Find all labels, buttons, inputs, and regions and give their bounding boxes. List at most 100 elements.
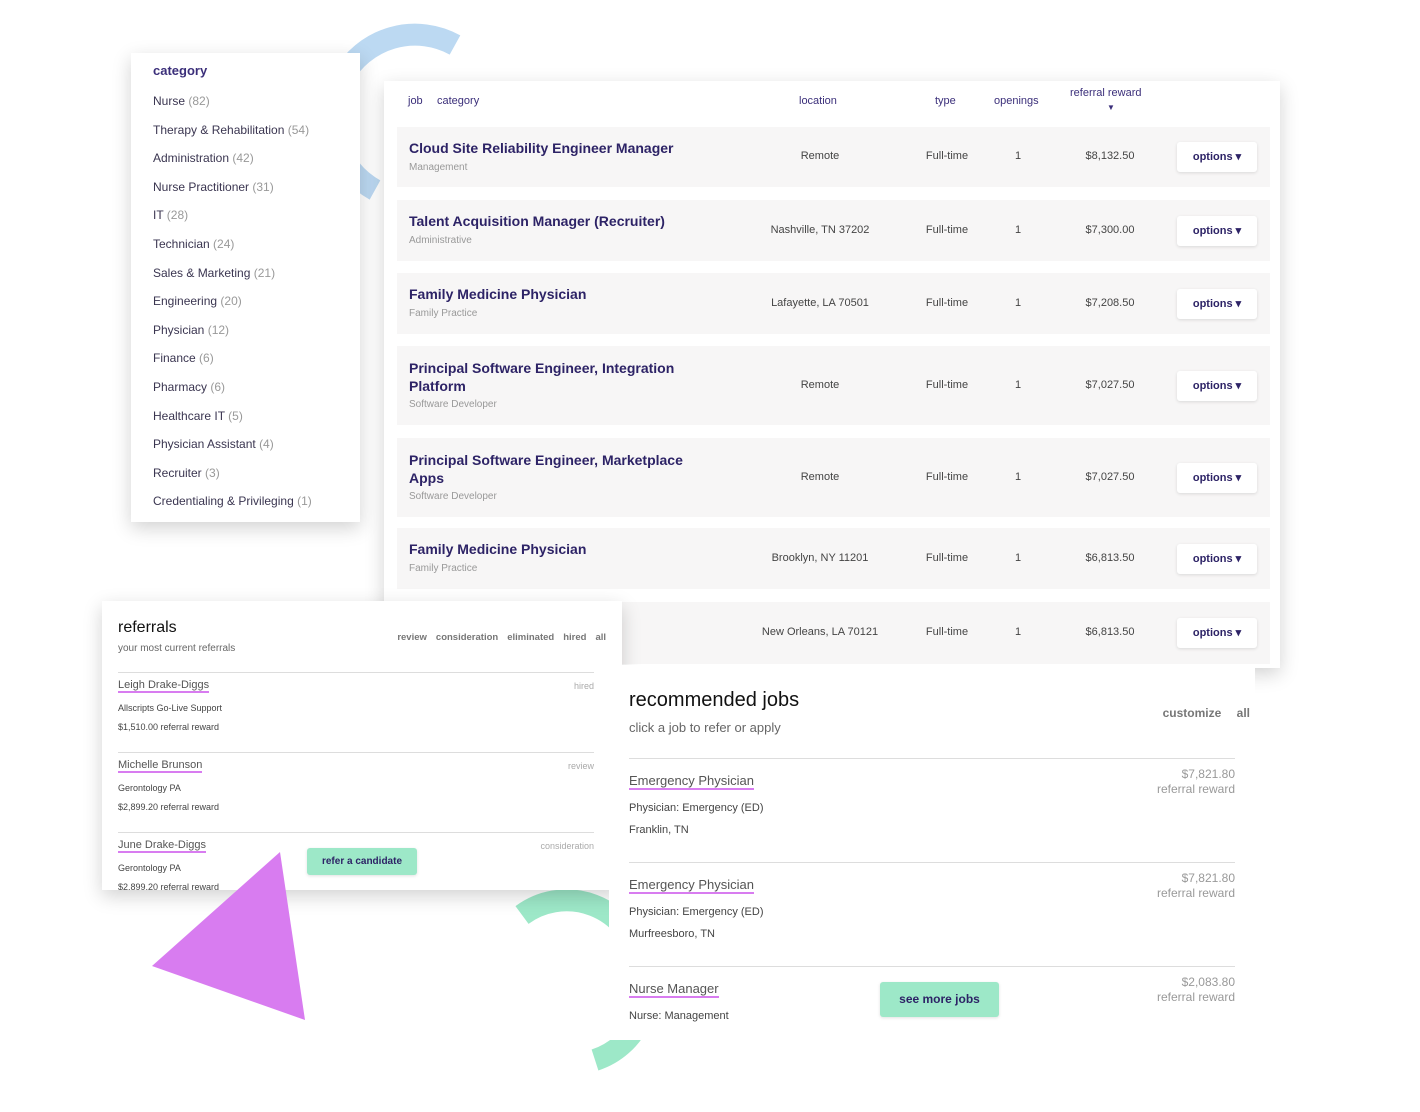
tab-hired[interactable]: hired — [563, 632, 586, 643]
category-item[interactable]: Engineering (20) — [153, 294, 338, 323]
job-row[interactable]: Talent Acquisition Manager (Recruiter) A… — [397, 200, 1270, 261]
category-label: Healthcare IT — [153, 408, 225, 423]
category-label: Physician Assistant — [153, 437, 256, 452]
category-count: (82) — [188, 94, 210, 108]
job-title[interactable]: Family Medicine Physician — [409, 285, 699, 303]
header-referral-reward[interactable]: referral reward — [1070, 87, 1142, 99]
job-title[interactable]: Talent Acquisition Manager (Recruiter) — [409, 212, 699, 230]
recommended-job-location: Franklin, TN — [629, 824, 689, 836]
all-link[interactable]: all — [1237, 706, 1250, 720]
job-row[interactable]: Principal Software Engineer, Marketplace… — [397, 438, 1270, 517]
job-type: Full-time — [925, 223, 969, 236]
tab-review[interactable]: review — [397, 632, 427, 643]
job-type: Full-time — [925, 378, 969, 391]
job-reward: $6,813.50 — [1085, 551, 1135, 564]
category-label: Recruiter — [153, 465, 202, 480]
job-reward: $7,027.50 — [1085, 378, 1135, 391]
job-title[interactable]: Cloud Site Reliability Engineer Manager — [409, 139, 699, 157]
category-count: (1) — [297, 494, 312, 509]
category-count: (3) — [205, 465, 220, 480]
job-location: Remote — [800, 150, 840, 162]
category-item[interactable]: Pharmacy (6) — [153, 380, 338, 409]
recommended-job-reward: $7,821.80 referral reward — [1157, 767, 1235, 797]
job-row[interactable]: Cloud Site Reliability Engineer Manager … — [397, 127, 1270, 187]
header-job[interactable]: job — [408, 95, 423, 107]
job-row[interactable]: Family Medicine Physician Family Practic… — [397, 273, 1270, 334]
recommended-job-reward: $2,083.80 referral reward — [1157, 975, 1235, 1005]
category-label: Sales & Marketing — [153, 265, 251, 280]
job-category: Software Developer — [409, 491, 497, 502]
category-item[interactable]: Technician (24) — [153, 237, 338, 266]
recommended-job-item[interactable]: Emergency Physician $7,821.80 referral re… — [629, 862, 1235, 966]
refer-candidate-button[interactable]: refer a candidate — [307, 848, 417, 875]
sort-down-icon[interactable]: ▼ — [1107, 103, 1115, 112]
category-item[interactable]: Physician (12) — [153, 323, 338, 352]
header-location[interactable]: location — [799, 95, 837, 107]
job-category: Administrative — [409, 235, 472, 246]
referral-name-link[interactable]: Leigh Drake-Diggs — [118, 679, 210, 693]
category-label: Pharmacy — [153, 379, 208, 394]
job-openings: 1 — [1014, 296, 1022, 309]
category-label: Administration — [153, 151, 230, 166]
referral-name-link[interactable]: June Drake-Diggs — [118, 839, 207, 853]
category-item[interactable]: Credentialing & Privileging (1) — [153, 494, 338, 523]
recommended-job-title-link[interactable]: Emergency Physician — [629, 877, 754, 894]
job-type: Full-time — [925, 150, 969, 162]
job-title[interactable]: Family Medicine Physician — [409, 540, 699, 558]
job-location: Lafayette, LA 70501 — [771, 296, 869, 309]
job-title[interactable]: Principal Software Engineer, Integration… — [409, 359, 699, 395]
category-count: (6) — [199, 351, 214, 366]
recommended-job-item[interactable]: Emergency Physician $7,821.80 referral re… — [629, 758, 1235, 862]
category-item[interactable]: Finance (6) — [153, 351, 338, 380]
options-dropdown-button[interactable]: options ▾ — [1177, 215, 1257, 246]
category-item[interactable]: IT (28) — [153, 208, 338, 237]
recommended-subtitle: click a job to refer or apply — [629, 720, 781, 735]
job-openings: 1 — [1014, 223, 1022, 236]
options-dropdown-button[interactable]: options ▾ — [1177, 142, 1257, 172]
header-openings[interactable]: openings — [994, 95, 1039, 107]
category-item[interactable]: Sales & Marketing (21) — [153, 266, 338, 295]
category-item[interactable]: Therapy & Rehabilitation (54) — [153, 123, 338, 152]
category-item[interactable]: Nurse Practitioner (31) — [153, 180, 338, 209]
job-category: Family Practice — [409, 308, 478, 319]
category-title: category — [153, 63, 208, 78]
tab-eliminated[interactable]: eliminated — [507, 632, 554, 643]
job-location: Nashville, TN 37202 — [770, 223, 870, 236]
job-category: Family Practice — [409, 563, 478, 574]
job-type: Full-time — [925, 296, 969, 309]
referral-reward: $1,510.00 referral reward — [118, 722, 220, 732]
job-location: New Orleans, LA 70121 — [761, 626, 879, 638]
options-dropdown-button[interactable]: options ▾ — [1177, 370, 1257, 401]
job-row[interactable]: Principal Software Engineer, Integration… — [397, 346, 1270, 425]
tab-consideration[interactable]: consideration — [436, 632, 498, 643]
header-type[interactable]: type — [935, 95, 956, 107]
category-item[interactable]: Administration (42) — [153, 151, 338, 180]
job-location: Remote — [800, 470, 840, 483]
referral-status: consideration — [540, 841, 594, 851]
category-item[interactable]: Healthcare IT (5) — [153, 409, 338, 438]
referral-item: Michelle Brunson review Gerontology PA $… — [118, 752, 594, 832]
category-count: (4) — [259, 437, 274, 452]
referral-name-link[interactable]: Michelle Brunson — [118, 759, 203, 773]
recommended-job-title-link[interactable]: Emergency Physician — [629, 773, 754, 790]
customize-link[interactable]: customize — [1163, 706, 1222, 720]
referral-job: Allscripts Go-Live Support — [118, 703, 223, 713]
job-title[interactable]: Principal Software Engineer, Marketplace… — [409, 451, 699, 487]
see-more-jobs-button[interactable]: see more jobs — [880, 982, 999, 1017]
jobs-table: job category location type openings refe… — [384, 81, 1280, 668]
referrals-panel: referrals your most current referrals re… — [102, 601, 622, 890]
options-dropdown-button[interactable]: options ▾ — [1177, 543, 1257, 574]
tab-all[interactable]: all — [595, 632, 606, 643]
job-openings: 1 — [1014, 551, 1022, 564]
job-type: Full-time — [925, 626, 969, 638]
job-row[interactable]: Family Medicine Physician Family Practic… — [397, 528, 1270, 589]
options-dropdown-button[interactable]: options ▾ — [1177, 618, 1257, 648]
category-item[interactable]: Nurse (82) — [153, 94, 338, 123]
category-item[interactable]: Physician Assistant (4) — [153, 437, 338, 466]
recommended-job-title-link[interactable]: Nurse Manager — [629, 981, 719, 998]
options-dropdown-button[interactable]: options ▾ — [1177, 462, 1257, 493]
category-item[interactable]: Recruiter (3) — [153, 466, 338, 495]
recommended-job-category: Physician: Emergency (ED) — [629, 906, 764, 918]
header-category[interactable]: category — [437, 95, 479, 107]
options-dropdown-button[interactable]: options ▾ — [1177, 288, 1257, 319]
